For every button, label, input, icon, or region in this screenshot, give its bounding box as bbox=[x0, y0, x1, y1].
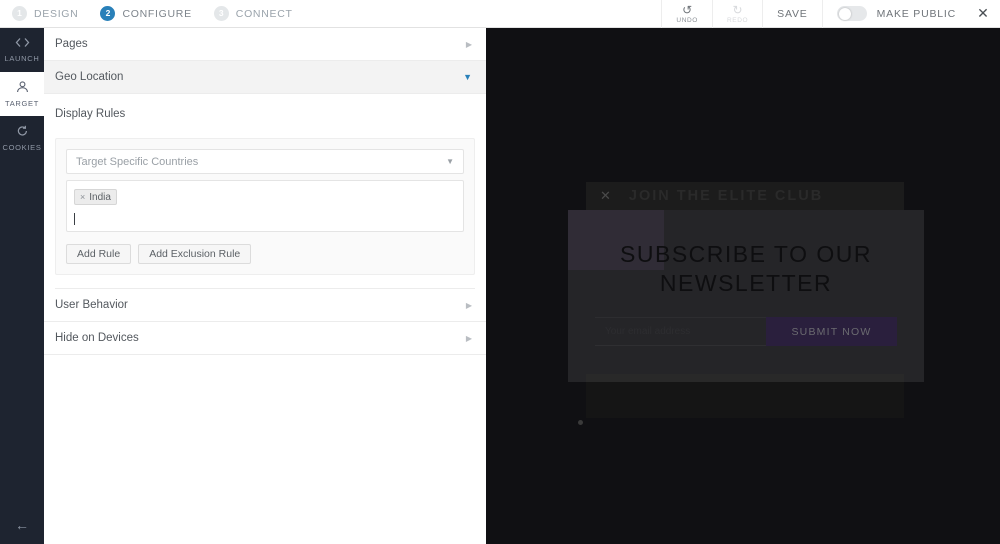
step-label: DESIGN bbox=[34, 7, 79, 20]
wizard-steps: 1 DESIGN 2 CONFIGURE 3 CONNECT bbox=[0, 0, 315, 28]
chevron-right-icon: ▶ bbox=[465, 300, 472, 310]
redo-label: REDO bbox=[726, 16, 749, 24]
make-public-label: MAKE PUBLIC bbox=[876, 7, 956, 20]
toggle-track[interactable] bbox=[836, 6, 867, 21]
accordion-user-behavior[interactable]: User Behavior ▶ bbox=[44, 289, 486, 322]
undo-icon: ↺ bbox=[682, 2, 693, 17]
add-rule-button[interactable]: Add Rule bbox=[66, 244, 132, 264]
step-design[interactable]: 1 DESIGN bbox=[12, 0, 78, 28]
step-label: CONNECT bbox=[235, 7, 293, 20]
accordion-label: Geo Location bbox=[55, 71, 124, 83]
step-number: 2 bbox=[100, 6, 116, 21]
tag-remove-icon[interactable]: × bbox=[80, 192, 85, 202]
target-type-select[interactable]: Target Specific Countries ▼ bbox=[66, 149, 464, 174]
step-configure[interactable]: 2 CONFIGURE bbox=[100, 0, 191, 28]
app-root: 1 DESIGN 2 CONFIGURE 3 CONNECT ↺ UNDO ↻ … bbox=[0, 0, 1000, 544]
config-panel: Pages ▶ Geo Location ▼ Display Rules Tar… bbox=[44, 28, 486, 544]
email-input[interactable] bbox=[595, 317, 766, 346]
tag-india[interactable]: × India bbox=[74, 189, 117, 205]
save-label: SAVE bbox=[777, 7, 808, 20]
add-exclusion-rule-button[interactable]: Add Exclusion Rule bbox=[138, 244, 252, 264]
make-public-toggle[interactable]: MAKE PUBLIC bbox=[821, 0, 966, 28]
sidebar-item-target[interactable]: TARGET bbox=[0, 72, 44, 116]
chevron-right-icon: ▶ bbox=[465, 39, 472, 49]
modal-title: SUBSCRIBE TO OUR NEWSLETTER bbox=[620, 241, 872, 296]
display-rules-body: Display Rules Target Specific Countries … bbox=[44, 94, 486, 289]
tag-label: India bbox=[89, 191, 111, 203]
elite-club-text: JOIN THE ELITE CLUB bbox=[628, 188, 824, 204]
rule-buttons: Add Rule Add Exclusion Rule bbox=[66, 244, 464, 264]
text-caret bbox=[74, 213, 75, 225]
redo-button[interactable]: ↻ REDO bbox=[711, 0, 762, 28]
sidebar-item-cookies[interactable]: COOKIES bbox=[0, 116, 44, 160]
left-sidebar: LAUNCH TARGET COOKIES ← bbox=[0, 28, 44, 544]
country-tag-input[interactable]: × India bbox=[66, 180, 464, 232]
save-button[interactable]: SAVE bbox=[762, 0, 821, 28]
accordion-label: Hide on Devices bbox=[55, 332, 139, 344]
step-connect[interactable]: 3 CONNECT bbox=[213, 0, 293, 28]
select-value: Target Specific Countries bbox=[76, 155, 199, 168]
section-divider bbox=[55, 275, 475, 289]
page-marker-dot bbox=[578, 420, 583, 425]
back-arrow-button[interactable]: ← bbox=[0, 506, 44, 544]
display-rules-title: Display Rules bbox=[55, 108, 126, 120]
header-actions: ↺ UNDO ↻ REDO SAVE MAKE PUBLIC ✕ bbox=[661, 0, 1000, 28]
popup-preview: ✕ JOIN THE ELITE CLUB SUBSCRIBE TO OUR N… bbox=[486, 28, 1000, 544]
chevron-down-icon: ▼ bbox=[446, 157, 454, 166]
close-button[interactable]: ✕ bbox=[966, 0, 1000, 28]
step-label: CONFIGURE bbox=[122, 7, 192, 20]
newsletter-modal: SUBSCRIBE TO OUR NEWSLETTER SUBMIT NOW bbox=[568, 210, 924, 382]
toggle-knob bbox=[838, 7, 851, 20]
rule-card: Target Specific Countries ▼ × India Add … bbox=[55, 138, 475, 275]
accordion-pages[interactable]: Pages ▶ bbox=[44, 28, 486, 61]
sidebar-item-label: LAUNCH bbox=[4, 54, 40, 63]
elite-club-bar: ✕ JOIN THE ELITE CLUB bbox=[586, 182, 904, 210]
newsletter-form: SUBMIT NOW bbox=[595, 317, 897, 346]
accordion-label: Pages bbox=[55, 38, 88, 50]
undo-button[interactable]: ↺ UNDO bbox=[661, 0, 712, 28]
sidebar-item-label: COOKIES bbox=[2, 142, 42, 152]
undo-label: UNDO bbox=[676, 16, 698, 24]
submit-now-button[interactable]: SUBMIT NOW bbox=[766, 317, 897, 346]
cookies-refresh-icon bbox=[16, 125, 29, 140]
accordion-geo-location[interactable]: Geo Location ▼ bbox=[44, 61, 486, 94]
chevron-right-icon: ▶ bbox=[465, 333, 472, 343]
redo-icon: ↻ bbox=[732, 2, 743, 17]
close-icon[interactable]: ✕ bbox=[600, 188, 611, 204]
sidebar-item-label: TARGET bbox=[4, 98, 40, 108]
chevron-down-icon: ▼ bbox=[463, 72, 472, 82]
accordion-hide-on-devices[interactable]: Hide on Devices ▶ bbox=[44, 322, 486, 355]
step-number: 3 bbox=[213, 6, 229, 21]
code-icon bbox=[15, 37, 30, 51]
accordion-label: User Behavior bbox=[55, 299, 128, 311]
user-target-icon bbox=[16, 80, 29, 96]
top-header: 1 DESIGN 2 CONFIGURE 3 CONNECT ↺ UNDO ↻ … bbox=[0, 0, 1000, 28]
step-number: 1 bbox=[12, 6, 27, 21]
sidebar-item-launch[interactable]: LAUNCH bbox=[0, 28, 44, 72]
